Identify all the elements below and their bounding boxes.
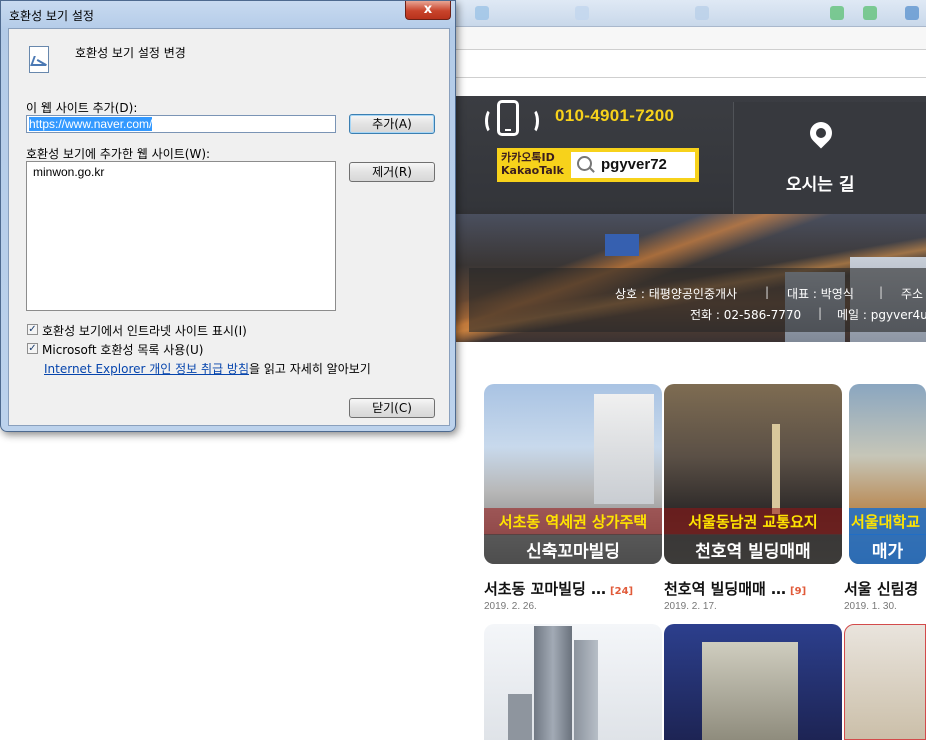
listing-date: 2019. 2. 26. xyxy=(484,601,537,612)
listing-card[interactable]: 서초동 역세권 상가주택 신축꼬마빌딩 xyxy=(484,384,662,564)
intranet-checkbox[interactable]: ✓ xyxy=(27,324,38,335)
add-site-label: 이 웹 사이트 추가(D): xyxy=(26,101,138,115)
add-button[interactable]: 추가(A) xyxy=(349,114,435,134)
listing-card[interactable]: 서울동남권 교통요지 천호역 빌딩매매 xyxy=(664,384,842,564)
toolbar-icon[interactable] xyxy=(475,6,489,20)
comment-count: [24] xyxy=(610,586,634,597)
dialog-heading: 호환성 보기 설정 변경 xyxy=(75,46,186,60)
listing-card[interactable] xyxy=(844,624,926,740)
directions-button[interactable]: 오시는 길 xyxy=(733,102,926,214)
ms-list-checkbox[interactable]: ✓ xyxy=(27,343,38,354)
privacy-policy-link[interactable]: Internet Explorer 개인 정보 취급 방침 xyxy=(44,360,249,377)
kakao-id-box[interactable]: 카카오톡ID KakaoTalk pgyver72 xyxy=(497,148,699,182)
ceo-name: 대표 : 박영식 xyxy=(787,287,854,301)
ms-list-checkbox-label[interactable]: Microsoft 호환성 목록 사용(U) xyxy=(42,341,203,358)
listing-title-text[interactable]: 천호역 빌딩매매 … xyxy=(664,580,786,598)
kakao-id-field: pgyver72 xyxy=(571,152,695,178)
company-name: 상호 : 태평양공인중개사 xyxy=(615,287,738,301)
listing-card[interactable]: 서울대학교 매가 xyxy=(849,384,926,564)
privacy-policy-suffix: 을 읽고 자세히 알아보기 xyxy=(249,362,371,376)
address: 주소 xyxy=(901,287,924,301)
separator: | xyxy=(879,285,884,299)
browser-favorites-bar xyxy=(455,49,926,78)
compatibility-view-icon xyxy=(29,46,49,73)
phone-number: 010-4901-7200 xyxy=(555,106,675,125)
signal-icon xyxy=(525,108,539,134)
comment-count: [9] xyxy=(790,586,807,597)
kakao-label: 카카오톡ID KakaoTalk xyxy=(501,151,564,177)
listing-caption-bottom: 신축꼬마빌딩 xyxy=(484,534,662,564)
listing-caption-bottom: 매가 xyxy=(849,534,926,564)
list-item[interactable]: minwon.go.kr xyxy=(33,165,104,179)
toolbar-icon[interactable] xyxy=(863,6,877,20)
listing-title[interactable]: 서울 신림경 xyxy=(844,578,926,599)
browser-address-area[interactable] xyxy=(455,27,926,49)
listing-title[interactable]: 서초동 꼬마빌딩 … [24] xyxy=(484,578,633,599)
directions-label: 오시는 길 xyxy=(786,175,855,195)
listing-date: 2019. 1. 30. xyxy=(844,601,897,612)
sites-list[interactable]: minwon.go.kr xyxy=(26,161,336,311)
toolbar-icon[interactable] xyxy=(695,6,709,20)
listing-caption-top: 서울동남권 교통요지 xyxy=(664,508,842,535)
listing-card[interactable] xyxy=(664,624,842,740)
add-site-input[interactable]: https://www.naver.com/ xyxy=(26,115,336,133)
building-image xyxy=(574,640,598,740)
kakao-label-line2: KakaoTalk xyxy=(501,164,564,177)
signal-icon xyxy=(485,108,499,134)
dialog-body: 호환성 보기 설정 변경 이 웹 사이트 추가(D): https://www.… xyxy=(8,28,450,426)
close-icon[interactable]: x xyxy=(405,1,451,20)
toolbar-icon[interactable] xyxy=(575,6,589,20)
bus-image xyxy=(605,234,639,256)
kakao-label-line1: 카카오톡ID xyxy=(501,151,555,164)
email: 메일 : pgyver4u xyxy=(837,308,926,322)
dialog-title: 호환성 보기 설정 xyxy=(9,9,94,23)
separator: | xyxy=(765,285,770,299)
listing-caption-top: 서초동 역세권 상가주택 xyxy=(484,508,662,535)
compatibility-view-dialog: 호환성 보기 설정 x 호환성 보기 설정 변경 이 웹 사이트 추가(D): … xyxy=(0,0,456,432)
building-image xyxy=(702,642,798,740)
add-site-input-value: https://www.naver.com/ xyxy=(29,117,153,131)
toolbar-icon[interactable] xyxy=(830,6,844,20)
remove-button[interactable]: 제거(R) xyxy=(349,162,435,182)
intranet-checkbox-label[interactable]: 호환성 보기에서 인트라넷 사이트 표시(I) xyxy=(42,322,247,339)
listing-card[interactable] xyxy=(484,624,662,740)
close-button[interactable]: 닫기(C) xyxy=(349,398,435,418)
listing-title-text[interactable]: 서울 신림경 xyxy=(844,580,918,598)
building-image xyxy=(534,626,572,740)
phone-icon xyxy=(497,100,519,136)
building-image xyxy=(594,394,654,504)
listing-title[interactable]: 천호역 빌딩매매 … [9] xyxy=(664,578,806,599)
telephone: 전화 : 02-586-7770 xyxy=(690,308,802,322)
site-header-banner: 010-4901-7200 카카오톡ID KakaoTalk pgyver72 … xyxy=(455,96,926,342)
toolbar-icon[interactable] xyxy=(905,6,919,20)
listing-caption-bottom: 천호역 빌딩매매 xyxy=(664,534,842,564)
listing-caption-top: 서울대학교 xyxy=(849,508,926,535)
company-info-bar: 상호 : 태평양공인중개사 | 대표 : 박영식 | 주소 전화 : 02-58… xyxy=(469,268,926,332)
location-pin-icon xyxy=(805,117,837,149)
building-image xyxy=(772,424,780,514)
building-image xyxy=(508,694,532,740)
separator: | xyxy=(818,306,823,320)
listing-date: 2019. 2. 17. xyxy=(664,601,717,612)
kakao-id-text: pgyver72 xyxy=(601,156,667,173)
browser-tab-bar xyxy=(455,0,926,27)
search-icon xyxy=(577,156,592,171)
sites-list-label: 호환성 보기에 추가한 웹 사이트(W): xyxy=(26,147,211,161)
listing-title-text[interactable]: 서초동 꼬마빌딩 … xyxy=(484,580,606,598)
